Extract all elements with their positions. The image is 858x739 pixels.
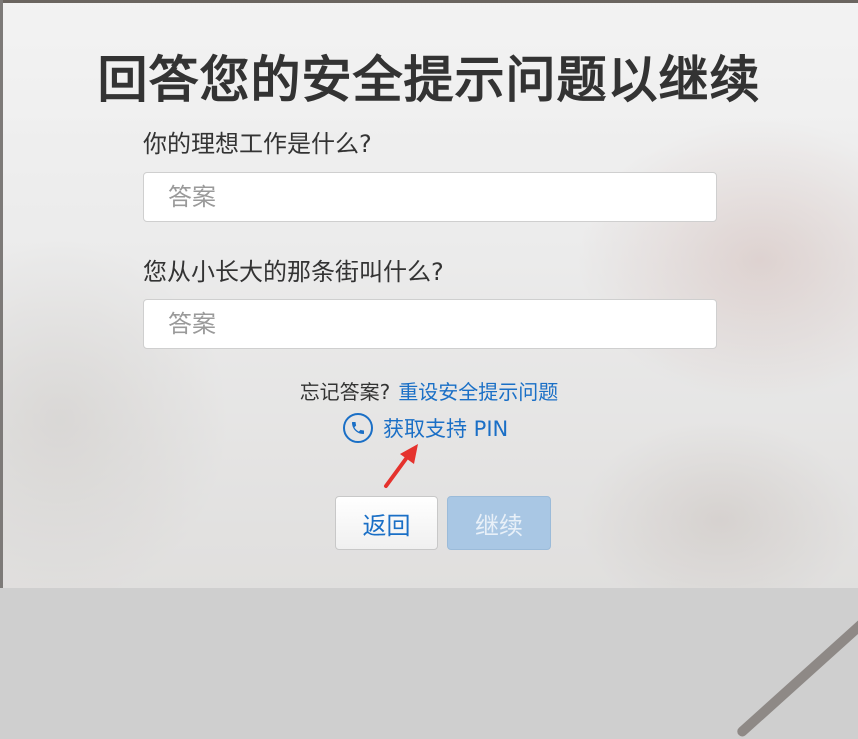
reset-security-questions-link[interactable]: 重设安全提示问题 [398,380,558,404]
security-question-1-label: 你的理想工作是什么? [143,130,372,158]
back-button[interactable]: 返回 [335,496,438,550]
answer-2-input[interactable] [143,299,717,349]
get-support-pin-link[interactable]: 获取支持 PIN [343,411,508,445]
get-support-pin-label: 获取支持 PIN [383,417,509,441]
security-question-2-label: 您从小长大的那条街叫什么? [143,258,444,286]
forgot-answer-text: 忘记答案? [299,380,391,404]
background-device-edge [735,590,858,739]
page-title: 回答您的安全提示问题以继续 [97,51,761,109]
phone-icon [343,413,373,443]
annotation-arrow-icon [384,444,418,488]
security-question-dialog: 回答您的安全提示问题以继续 你的理想工作是什么? 您从小长大的那条街叫什么? 忘… [0,0,858,588]
continue-button[interactable]: 继续 [447,496,551,550]
answer-1-input[interactable] [143,172,717,222]
forgot-answer-row: 忘记答案? 重设安全提示问题 [0,376,858,405]
